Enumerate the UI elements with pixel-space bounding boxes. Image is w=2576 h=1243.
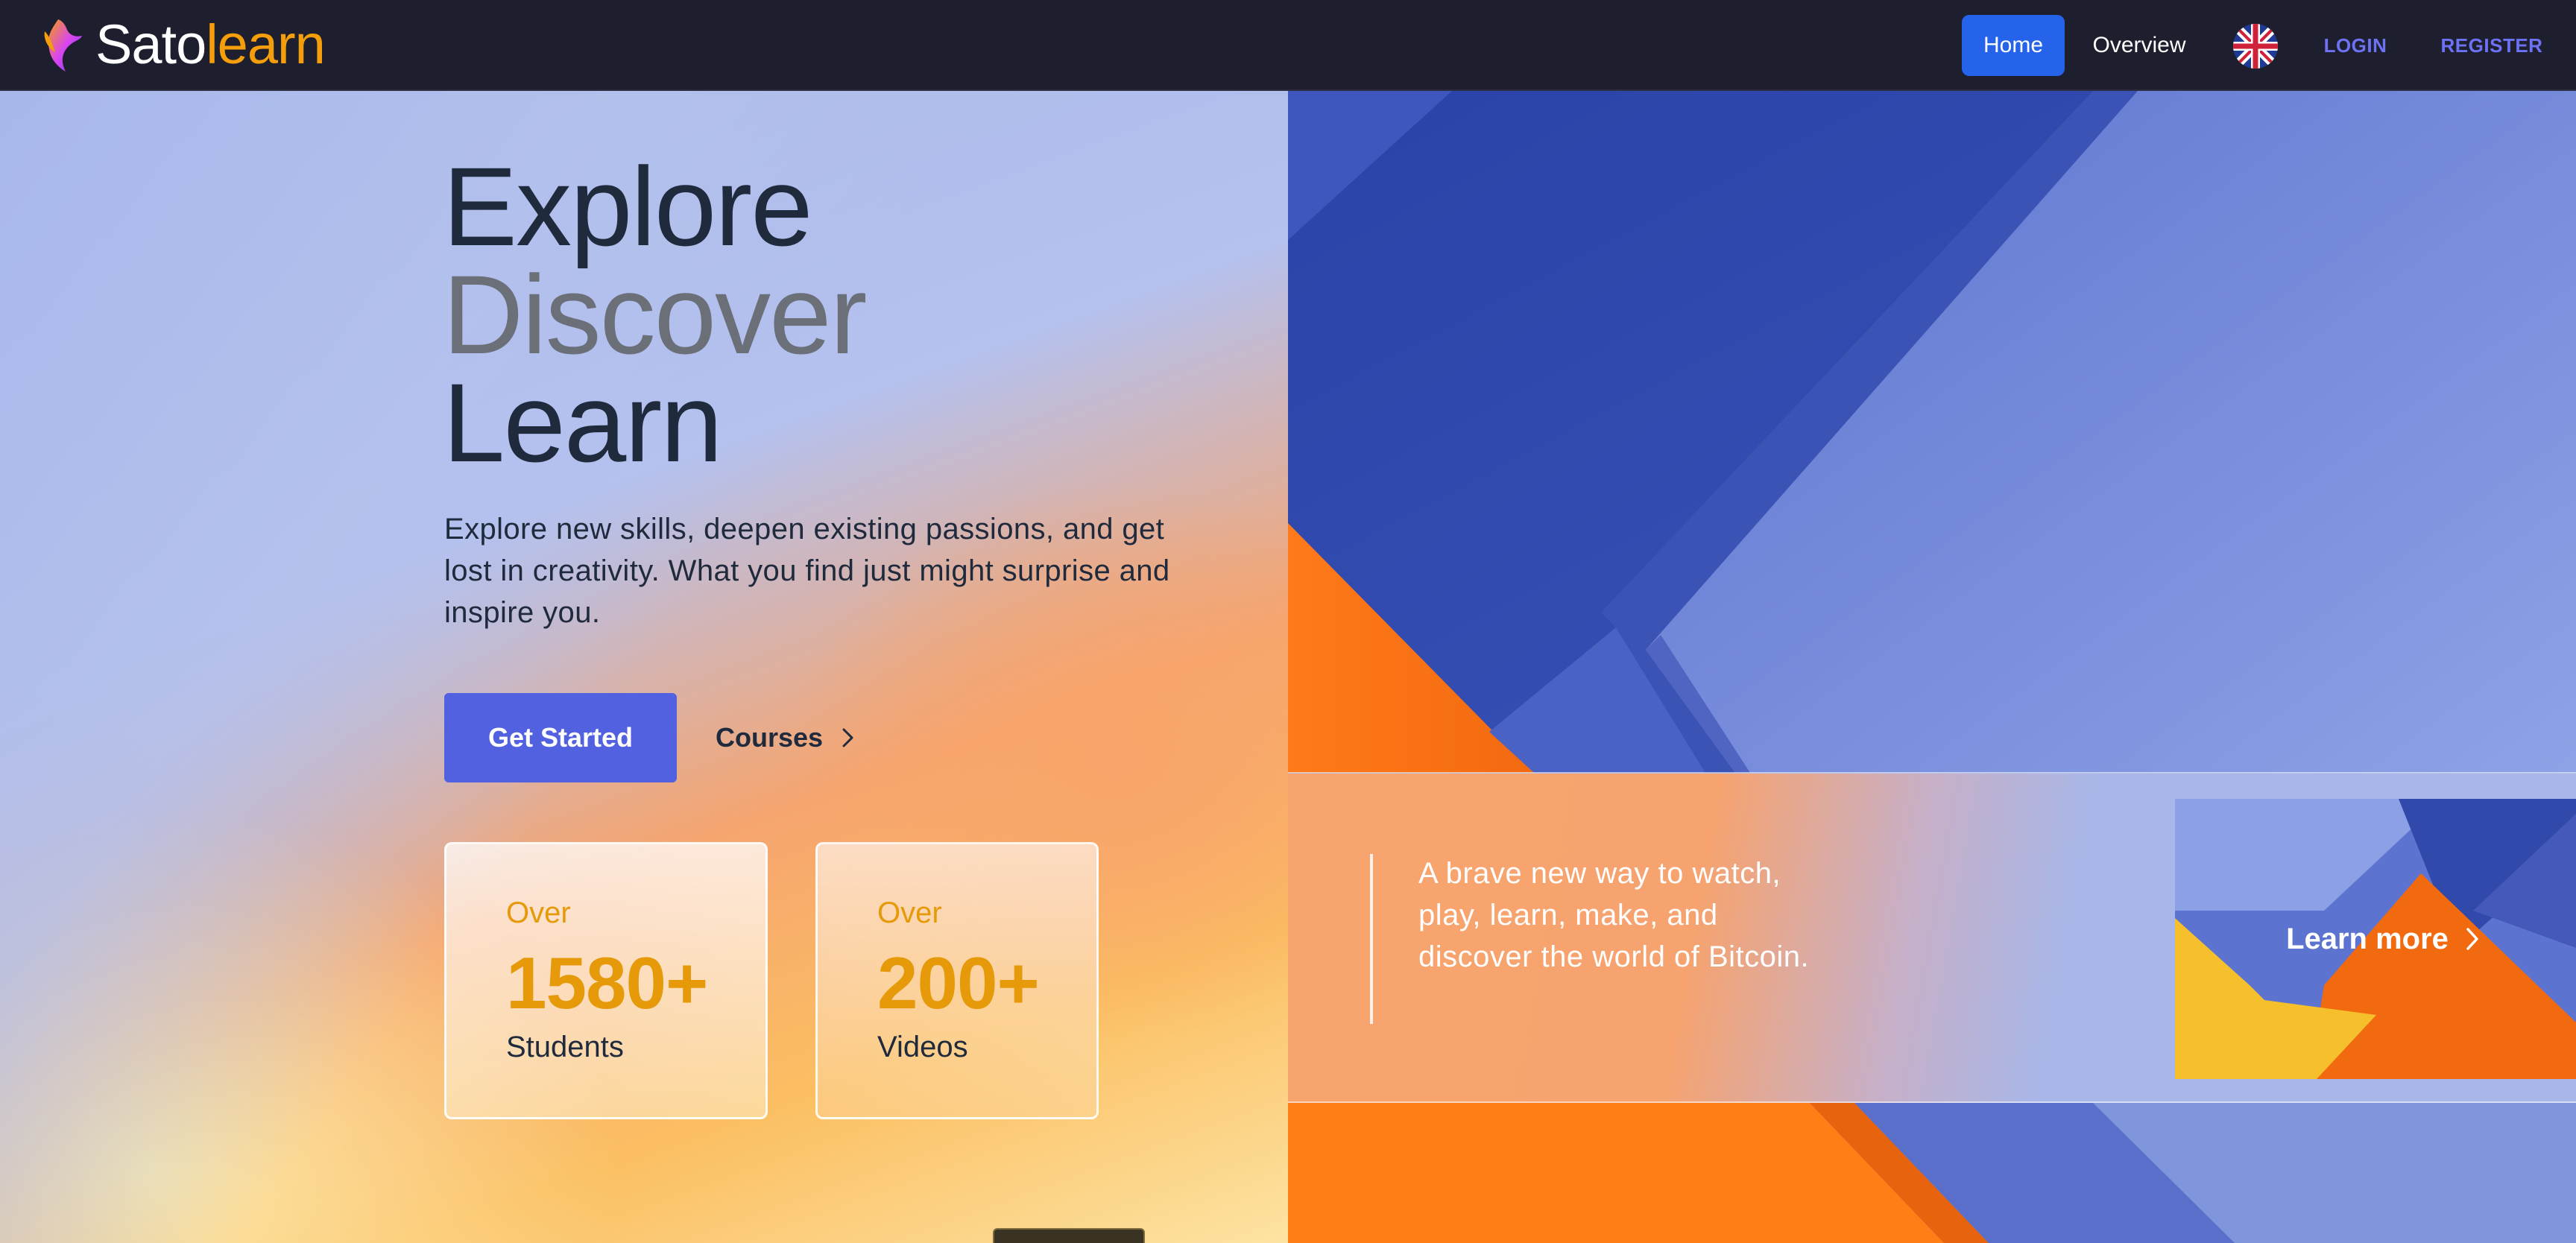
- stat-card-students: Over 1580+ Students: [444, 842, 768, 1119]
- learn-more-label: Learn more: [2286, 922, 2449, 955]
- register-link[interactable]: REGISTER: [2421, 15, 2563, 76]
- hero-section: Explore Discover Learn Explore new skill…: [0, 91, 1288, 1243]
- learn-more-button[interactable]: Learn more: [2175, 799, 2576, 1079]
- stat-label: Students: [506, 1031, 624, 1063]
- courses-link[interactable]: Courses: [716, 693, 880, 782]
- stat-prefix: Over: [877, 896, 942, 929]
- headline-learn: Learn: [443, 360, 723, 485]
- headline-discover: Discover: [443, 252, 867, 377]
- learn-more-card[interactable]: Learn more: [2175, 799, 2576, 1079]
- hero-description: Explore new skills, deepen existing pass…: [444, 513, 1170, 629]
- stat-card-videos: Over 200+ Videos: [815, 842, 1099, 1119]
- bird-logo-icon: [44, 19, 82, 72]
- floating-widget[interactable]: [993, 1228, 1145, 1243]
- chevron-right-icon: [2466, 928, 2478, 950]
- abstract-shapes-image-bottom: [1288, 1103, 2576, 1243]
- quote-bar: [1370, 854, 1373, 1024]
- nav-overview-link[interactable]: Overview: [2080, 15, 2199, 76]
- top-navbar: Satolearn Home Overview LOGIN REGISTER: [0, 0, 2576, 91]
- logo[interactable]: Satolearn: [36, 9, 326, 80]
- stat-value: 1580+: [506, 942, 708, 1024]
- promo-text: A brave new way to watch, play, learn, m…: [1418, 857, 1810, 973]
- get-started-button[interactable]: Get Started: [444, 693, 677, 782]
- headline-explore: Explore: [443, 144, 813, 269]
- nav-home-button[interactable]: Home: [1962, 15, 2065, 76]
- abstract-shapes-image: [1288, 91, 2576, 773]
- stat-prefix: Over: [506, 896, 571, 929]
- logo-text-learn: learn: [206, 13, 326, 75]
- chevron-right-icon: [842, 728, 853, 747]
- courses-label: Courses: [716, 722, 824, 753]
- logo-text-sato: Sato: [95, 13, 206, 75]
- login-link[interactable]: LOGIN: [2318, 15, 2393, 76]
- stat-label: Videos: [877, 1031, 968, 1063]
- stat-value: 200+: [877, 942, 1040, 1024]
- uk-flag-icon[interactable]: [2233, 24, 2278, 69]
